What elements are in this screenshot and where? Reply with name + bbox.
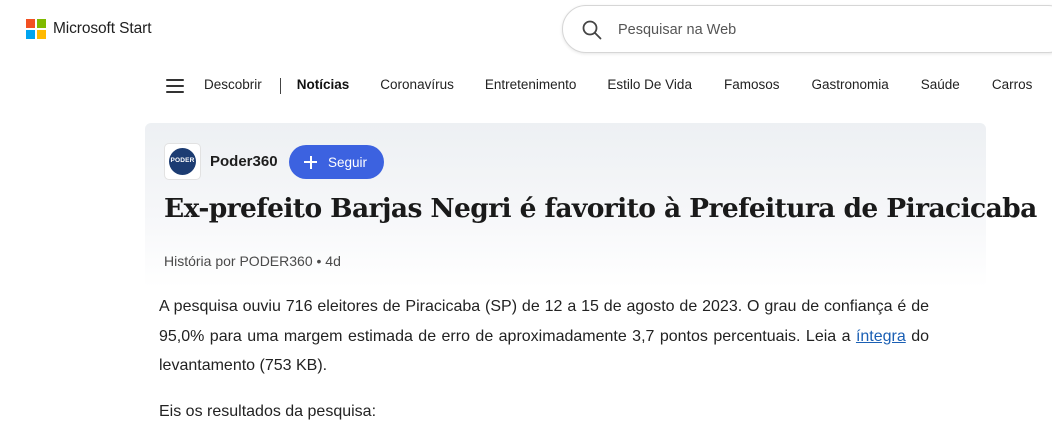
hamburger-menu-icon[interactable] — [166, 79, 184, 93]
search-box[interactable] — [562, 5, 1052, 53]
nav-item-coronavirus[interactable]: Coronavírus — [380, 77, 454, 94]
logo-square-yellow — [37, 30, 46, 39]
article-paragraph: A pesquisa ouviu 716 eleitores de Piraci… — [159, 292, 929, 381]
brand-name: Microsoft Start — [53, 20, 152, 37]
microsoft-logo-icon — [26, 19, 46, 39]
logo-square-blue — [26, 30, 35, 39]
nav-item-saude[interactable]: Saúde — [921, 77, 960, 94]
plus-icon — [304, 155, 317, 169]
article-headline: Ex-prefeito Barjas Negri é favorito à Pr… — [164, 193, 1037, 224]
paragraph-text: A pesquisa ouviu 716 eleitores de Piraci… — [159, 298, 929, 345]
follow-button-label: Seguir — [328, 154, 368, 170]
nav-item-noticias[interactable]: Notícias — [297, 77, 350, 94]
integra-link[interactable]: íntegra — [856, 328, 906, 345]
publisher-name[interactable]: Poder360 — [210, 153, 278, 170]
nav-item-gastronomia[interactable]: Gastronomia — [811, 77, 888, 94]
nav-item-famosos[interactable]: Famosos — [724, 77, 780, 94]
nav-item-descobrir[interactable]: Descobrir — [204, 77, 262, 94]
search-icon[interactable] — [581, 19, 603, 41]
publisher-logo[interactable]: PODER — [165, 144, 200, 179]
article-paragraph-results: Eis os resultados da pesquisa: — [159, 403, 377, 420]
nav-items: Descobrir Notícias Coronavírus Entreteni… — [204, 77, 1032, 94]
logo-square-red — [26, 19, 35, 28]
nav-divider — [279, 78, 281, 94]
nav-item-estilo-de-vida[interactable]: Estilo De Vida — [607, 77, 692, 94]
nav-item-carros[interactable]: Carros — [992, 77, 1033, 94]
follow-button[interactable]: Seguir — [289, 145, 384, 179]
category-nav: Descobrir Notícias Coronavírus Entreteni… — [0, 66, 1052, 106]
logo-square-green — [37, 19, 46, 28]
brand-logo-link[interactable]: Microsoft Start — [26, 19, 152, 39]
publisher-logo-disc: PODER — [169, 148, 196, 175]
search-input[interactable] — [618, 19, 1038, 41]
nav-item-entretenimento[interactable]: Entretenimento — [485, 77, 577, 94]
article-byline: História por PODER360 • 4d — [164, 253, 341, 269]
article-header-card: PODER Poder360 Seguir Ex-prefeito Barjas… — [145, 123, 1037, 288]
top-bar: Microsoft Start — [0, 0, 1052, 60]
publisher-logo-text: PODER — [170, 157, 195, 164]
